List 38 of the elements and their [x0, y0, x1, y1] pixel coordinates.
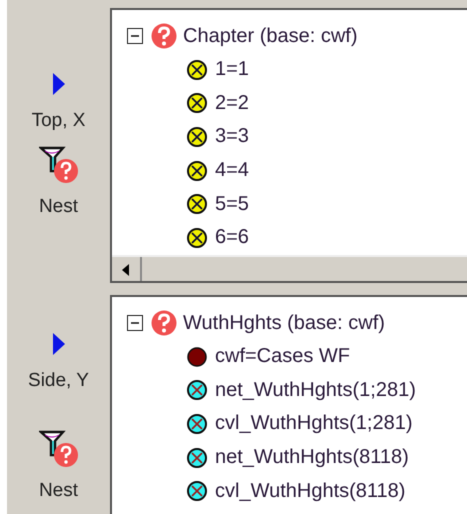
variable-ball-icon — [187, 380, 207, 400]
code-ball-icon — [187, 93, 207, 114]
left-arrow-icon — [122, 264, 130, 276]
collapse-toggle-icon[interactable] — [127, 28, 143, 44]
tree-item-label[interactable]: cvl_WuthHghts(8118) — [215, 480, 406, 503]
tree-item-label[interactable]: 2=2 — [215, 92, 249, 115]
question-icon — [151, 310, 177, 336]
tree-item-label[interactable]: net_WuthHghts(8118) — [215, 446, 409, 470]
tree-node-label[interactable]: Chapter (base: cwf) — [183, 24, 358, 48]
filter-icon[interactable] — [38, 146, 78, 184]
code-ball-icon — [187, 194, 207, 214]
tree-item-label[interactable]: 1=1 — [215, 58, 249, 82]
tree-item-label[interactable]: 6=6 — [215, 226, 249, 250]
tree-item-label[interactable]: 5=5 — [215, 192, 249, 216]
variable-ball-icon — [187, 481, 207, 502]
collapse-toggle-icon[interactable] — [127, 315, 143, 331]
tree-item-label[interactable]: net_WuthHghts(1;281) — [215, 378, 416, 402]
tree-item-label[interactable]: cvl_WuthHghts(1;281) — [215, 412, 412, 436]
tree-item-label[interactable]: 3=3 — [215, 125, 249, 148]
variable-ball-icon — [187, 448, 207, 468]
code-ball-icon — [187, 228, 207, 248]
nest-label: Nest — [38, 480, 78, 502]
play-arrow-icon[interactable] — [52, 332, 66, 356]
tree-item-label[interactable]: cwf=Cases WF — [215, 345, 350, 368]
nest-label: Nest — [38, 196, 78, 218]
base-dot-icon — [187, 346, 207, 367]
filter-icon[interactable] — [38, 430, 78, 468]
question-icon — [151, 23, 177, 49]
tree-item-label[interactable]: 4=4 — [215, 159, 249, 182]
play-arrow-icon[interactable] — [52, 72, 66, 96]
horizontal-scrollbar[interactable] — [112, 254, 467, 281]
axis-label: Side, Y — [28, 370, 89, 392]
tree-node-label[interactable]: WuthHghts (base: cwf) — [183, 312, 385, 334]
code-ball-icon — [187, 60, 207, 80]
variable-ball-icon — [187, 414, 207, 434]
axis-label: Top, X — [32, 110, 86, 132]
code-ball-icon — [187, 126, 207, 147]
code-ball-icon — [187, 160, 207, 181]
